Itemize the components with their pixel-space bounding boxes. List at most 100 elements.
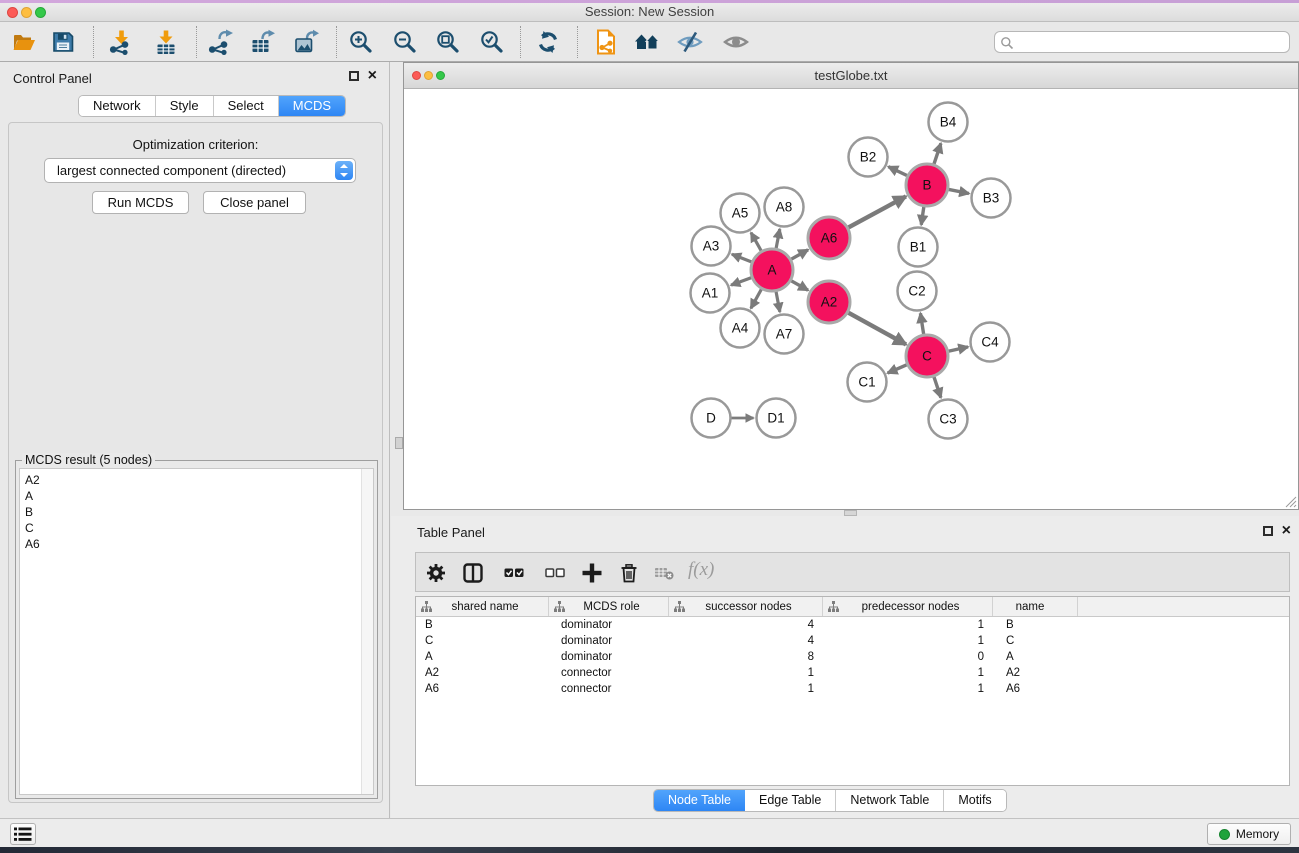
memory-button[interactable]: Memory: [1207, 823, 1291, 845]
table-cell[interactable]: 8: [669, 649, 823, 665]
table-cell[interactable]: connector: [549, 665, 669, 681]
graph-node-D[interactable]: D: [692, 399, 731, 438]
table-cell[interactable]: B: [993, 617, 1078, 633]
node-table[interactable]: shared nameMCDS rolesuccessor nodesprede…: [415, 596, 1290, 786]
table-row[interactable]: Bdominator41B: [416, 617, 1289, 633]
table-row[interactable]: Cdominator41C: [416, 633, 1289, 649]
float-panel-icon[interactable]: [349, 71, 359, 81]
table-cell[interactable]: 1: [823, 681, 993, 697]
table-cell[interactable]: A: [416, 649, 549, 665]
graph-node-A8[interactable]: A8: [765, 188, 804, 227]
graph-node-B4[interactable]: B4: [929, 103, 968, 142]
table-cell[interactable]: A6: [993, 681, 1078, 697]
graph-node-A5[interactable]: A5: [721, 194, 760, 233]
table-cell[interactable]: A2: [993, 665, 1078, 681]
mcds-result-item[interactable]: A: [20, 488, 373, 504]
delete-column-icon[interactable]: [619, 563, 639, 583]
mcds-result-item[interactable]: C: [20, 520, 373, 536]
open-session-icon[interactable]: [11, 29, 37, 55]
graph-node-B[interactable]: B: [906, 164, 948, 206]
table-cell[interactable]: dominator: [549, 617, 669, 633]
close-traffic-light[interactable]: [7, 7, 18, 18]
function-builder-icon[interactable]: f(x): [688, 559, 714, 581]
tab-node-table[interactable]: Node Table: [654, 790, 745, 811]
graph-node-A2[interactable]: A2: [808, 281, 850, 323]
close-panel-button[interactable]: Close panel: [203, 191, 306, 214]
table-cell[interactable]: 1: [823, 665, 993, 681]
network-window-titlebar[interactable]: testGlobe.txt: [404, 63, 1298, 89]
zoom-in-icon[interactable]: [348, 29, 374, 55]
table-cell[interactable]: 1: [669, 681, 823, 697]
tab-network[interactable]: Network: [79, 96, 156, 116]
graph-node-A1[interactable]: A1: [691, 274, 730, 313]
graph-edge-B-B2[interactable]: [888, 167, 910, 177]
column-header-predecessor-nodes[interactable]: predecessor nodes: [823, 597, 993, 616]
save-session-icon[interactable]: [50, 29, 76, 55]
graph-node-B1[interactable]: B1: [899, 228, 938, 267]
graph-edge-A-A7[interactable]: [776, 289, 780, 312]
graph-edge-B-B4[interactable]: [933, 143, 941, 167]
zoom-fit-icon[interactable]: [435, 29, 461, 55]
export-network-icon[interactable]: [207, 29, 233, 55]
tab-motifs[interactable]: Motifs: [944, 790, 1005, 811]
graph-node-B3[interactable]: B3: [972, 179, 1011, 218]
close-panel-icon[interactable]: ×: [1282, 526, 1291, 536]
graph-edge-B-B3[interactable]: [946, 189, 969, 194]
float-panel-icon[interactable]: [1263, 526, 1273, 536]
tab-edge-table[interactable]: Edge Table: [745, 790, 836, 811]
close-panel-icon[interactable]: ×: [368, 71, 377, 81]
column-header-name[interactable]: name: [993, 597, 1078, 616]
table-cell[interactable]: connector: [549, 681, 669, 697]
table-cell[interactable]: A: [993, 649, 1078, 665]
graph-edge-A-A1[interactable]: [731, 277, 754, 286]
graph-node-A7[interactable]: A7: [765, 315, 804, 354]
network-canvas[interactable]: AA1A2A3A4A5A6A7A8BB1B2B3B4CC1C2C3C4DD1: [404, 89, 1298, 509]
tab-style[interactable]: Style: [156, 96, 214, 116]
table-cell[interactable]: 4: [669, 633, 823, 649]
table-cell[interactable]: dominator: [549, 633, 669, 649]
graph-edge-C-C1[interactable]: [888, 364, 910, 373]
table-cell[interactable]: A2: [416, 665, 549, 681]
import-network-icon[interactable]: [108, 29, 134, 55]
table-row[interactable]: A6connector11A6: [416, 681, 1289, 697]
result-scrollbar[interactable]: [361, 469, 373, 794]
mcds-result-list[interactable]: A2ABCA6: [19, 468, 374, 795]
import-table-icon[interactable]: [153, 29, 179, 55]
graph-node-A3[interactable]: A3: [692, 227, 731, 266]
graph-node-B2[interactable]: B2: [849, 138, 888, 177]
table-cell[interactable]: A6: [416, 681, 549, 697]
table-cell[interactable]: 1: [669, 665, 823, 681]
graph-node-C[interactable]: C: [906, 335, 948, 377]
graph-edge-A-A4[interactable]: [751, 287, 763, 309]
search-box[interactable]: [994, 31, 1290, 53]
graph-edge-A6-B[interactable]: [846, 196, 906, 229]
search-input[interactable]: [1017, 33, 1285, 51]
graph-edge-C-C2[interactable]: [920, 313, 924, 337]
vertical-split-handle[interactable]: [395, 437, 403, 449]
new-network-from-selection-icon[interactable]: [594, 29, 620, 55]
table-cell[interactable]: 0: [823, 649, 993, 665]
table-cell[interactable]: C: [993, 633, 1078, 649]
table-cell[interactable]: B: [416, 617, 549, 633]
graph-edge-C-C3[interactable]: [933, 374, 941, 398]
run-mcds-button[interactable]: Run MCDS: [92, 191, 189, 214]
tab-network-table[interactable]: Network Table: [836, 790, 944, 811]
add-column-icon[interactable]: [582, 563, 602, 583]
graph-node-A6[interactable]: A6: [808, 217, 850, 259]
table-cell[interactable]: 1: [823, 617, 993, 633]
refresh-icon[interactable]: [535, 29, 561, 55]
column-header-MCDS-role[interactable]: MCDS role: [549, 597, 669, 616]
table-cell[interactable]: dominator: [549, 649, 669, 665]
network-zoom-traffic-light[interactable]: [436, 71, 445, 80]
graph-node-C3[interactable]: C3: [929, 400, 968, 439]
hide-graphics-details-icon[interactable]: [677, 29, 703, 55]
table-row[interactable]: A2connector11A2: [416, 665, 1289, 681]
deselect-all-rows-icon[interactable]: [545, 563, 565, 583]
mcds-result-item[interactable]: A2: [20, 472, 373, 488]
graph-node-A[interactable]: A: [751, 249, 793, 291]
table-cell[interactable]: C: [416, 633, 549, 649]
tab-mcds[interactable]: MCDS: [279, 96, 345, 116]
network-minimize-traffic-light[interactable]: [424, 71, 433, 80]
mcds-result-item[interactable]: A6: [20, 536, 373, 552]
zoom-selected-icon[interactable]: [479, 29, 505, 55]
